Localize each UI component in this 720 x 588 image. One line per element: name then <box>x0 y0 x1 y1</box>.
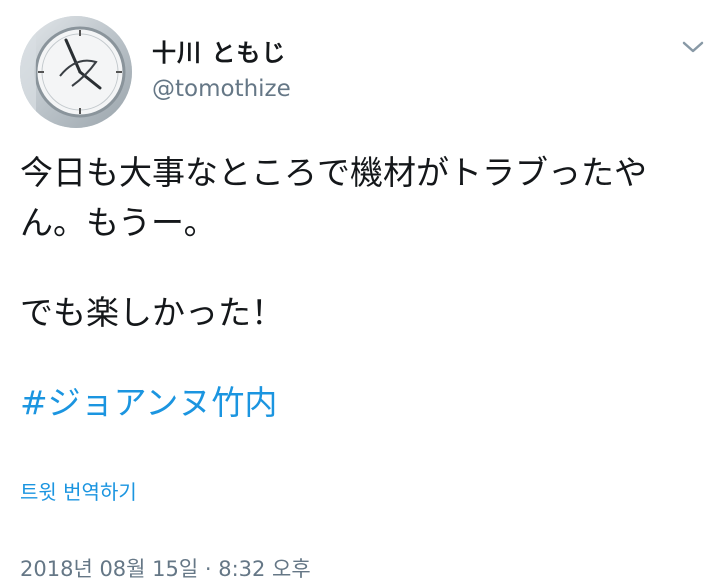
tweet-text-line: ん。もうー。 <box>20 203 217 242</box>
chevron-down-icon <box>682 41 704 53</box>
tweet-text-line: 今日も大事なところで機材がトラブったや <box>20 153 647 192</box>
user-handle[interactable]: @tomothize <box>152 74 291 104</box>
tweet-menu-button[interactable] <box>678 36 708 58</box>
tweet-text: 今日も大事なところで機材がトラブったや ん。もうー。 でも楽しかった！ #ジョア… <box>20 148 700 428</box>
clock-photo-avatar-icon <box>20 16 132 128</box>
hashtag-link[interactable]: #ジョアンヌ竹内 <box>20 378 700 428</box>
translate-tweet-link[interactable]: 트윗 번역하기 <box>20 478 137 506</box>
tweet-text-line: でも楽しかった！ <box>20 293 284 332</box>
author-names[interactable]: 十川 ともじ @tomothize <box>152 38 291 104</box>
avatar[interactable] <box>20 16 132 128</box>
tweet-header: 十川 ともじ @tomothize <box>18 14 708 128</box>
tweet-timestamp[interactable]: 2018년 08월 15일 · 8:32 오후 <box>20 554 311 584</box>
tweet-card: 十川 ともじ @tomothize 今日も大事なところで機材がトラブったや ん。… <box>0 0 720 588</box>
display-name[interactable]: 十川 ともじ <box>152 38 291 68</box>
